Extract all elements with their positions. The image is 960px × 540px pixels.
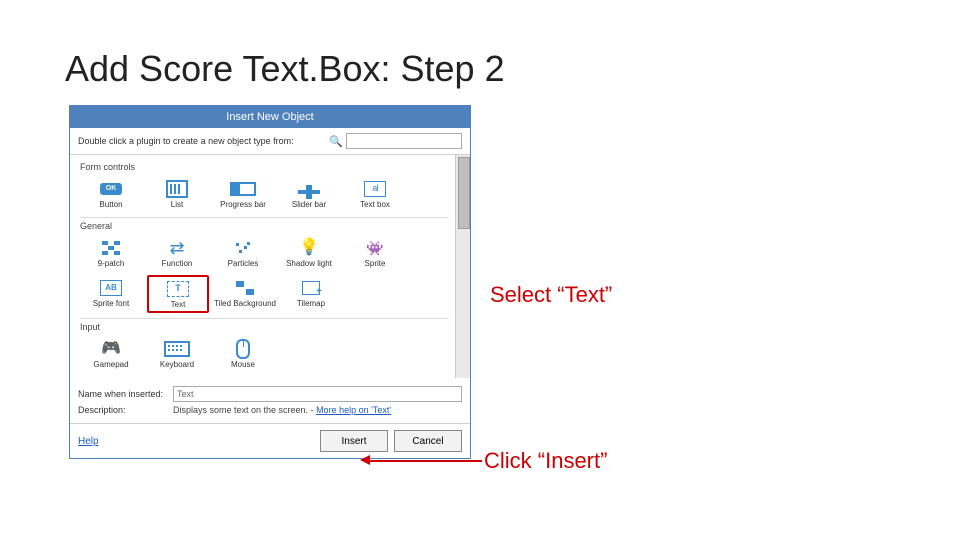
item-function[interactable]: ⇄ Function [147, 235, 207, 271]
item-mouse[interactable]: Mouse [213, 336, 273, 372]
ninepatch-icon [102, 241, 120, 255]
item-label: Button [99, 201, 122, 209]
sprite-icon: 👾 [366, 241, 383, 255]
scrollbar-thumb[interactable] [458, 157, 470, 229]
item-shadow-light[interactable]: 💡 Shadow light [279, 235, 339, 271]
item-label: Mouse [231, 361, 255, 369]
more-help-link[interactable]: More help on 'Text' [316, 405, 391, 415]
keyboard-icon [164, 341, 190, 357]
description-text: Displays some text on the screen. - More… [173, 405, 462, 415]
item-text[interactable]: T Text [147, 275, 209, 313]
scrollbar[interactable] [455, 155, 470, 378]
spritefont-icon: AB [100, 280, 122, 296]
item-label: Gamepad [93, 361, 128, 369]
slider-icon [298, 190, 320, 194]
description-label: Description: [78, 405, 173, 415]
item-label: Keyboard [160, 361, 194, 369]
annotation-select-text: Select “Text” [490, 282, 612, 308]
button-icon: OK [100, 183, 122, 195]
insert-new-object-dialog: Insert New Object Double click a plugin … [69, 105, 471, 459]
item-sprite-font[interactable]: AB Sprite font [81, 275, 141, 313]
item-gamepad[interactable]: 🎮 Gamepad [81, 336, 141, 372]
textbox-icon: aI [364, 181, 386, 197]
list-icon [166, 180, 188, 198]
particles-icon [234, 241, 252, 255]
category-input: Input [80, 322, 451, 332]
help-link[interactable]: Help [78, 436, 99, 447]
item-tiled-background[interactable]: Tiled Background [215, 275, 275, 313]
item-label: Tiled Background [214, 300, 276, 308]
search-icon: 🔍 [329, 135, 343, 148]
item-progress-bar[interactable]: Progress bar [213, 176, 273, 212]
item-text-box[interactable]: aI Text box [345, 176, 405, 212]
arrow-tip-icon [360, 455, 370, 465]
item-list[interactable]: List [147, 176, 207, 212]
dialog-titlebar[interactable]: Insert New Object [70, 106, 470, 128]
item-label: List [171, 201, 183, 209]
item-label: Particles [228, 260, 259, 268]
item-button[interactable]: OK Button [81, 176, 141, 212]
mouse-icon [236, 339, 250, 359]
cancel-button[interactable]: Cancel [394, 430, 462, 452]
progress-bar-icon [230, 182, 256, 196]
arrow-line [370, 460, 482, 462]
item-label: Sprite [365, 260, 386, 268]
item-sprite[interactable]: 👾 Sprite [345, 235, 405, 271]
item-label: Function [162, 260, 193, 268]
item-label: Progress bar [220, 201, 266, 209]
item-slider-bar[interactable]: Slider bar [279, 176, 339, 212]
insert-button[interactable]: Insert [320, 430, 388, 452]
category-form: Form controls [80, 162, 451, 172]
item-label: Text [171, 301, 186, 309]
tiledbg-icon [236, 281, 254, 295]
item-particles[interactable]: Particles [213, 235, 273, 271]
bulb-icon: 💡 [299, 241, 319, 255]
item-label: Tilemap [297, 300, 325, 308]
dialog-instruction: Double click a plugin to create a new ob… [78, 136, 294, 146]
item-label: Text box [360, 201, 390, 209]
item-tilemap[interactable]: Tilemap [281, 275, 341, 313]
text-icon: T [167, 281, 189, 297]
item-label: 9-patch [98, 260, 125, 268]
annotation-click-insert: Click “Insert” [484, 448, 607, 474]
item-keyboard[interactable]: Keyboard [147, 336, 207, 372]
search-input[interactable] [346, 133, 462, 149]
gamepad-icon: 🎮 [101, 342, 121, 356]
tilemap-icon [302, 281, 320, 295]
slide-title: Add Score Text.Box: Step 2 [65, 48, 505, 90]
name-label: Name when inserted: [78, 389, 173, 399]
object-list: Form controls OK Button List Progress ba… [70, 155, 455, 378]
item-9patch[interactable]: 9-patch [81, 235, 141, 271]
item-label: Sprite font [93, 300, 129, 308]
category-general: General [80, 221, 451, 231]
item-label: Slider bar [292, 201, 326, 209]
name-input[interactable] [173, 386, 462, 402]
item-label: Shadow light [286, 260, 332, 268]
function-icon: ⇄ [169, 241, 184, 255]
